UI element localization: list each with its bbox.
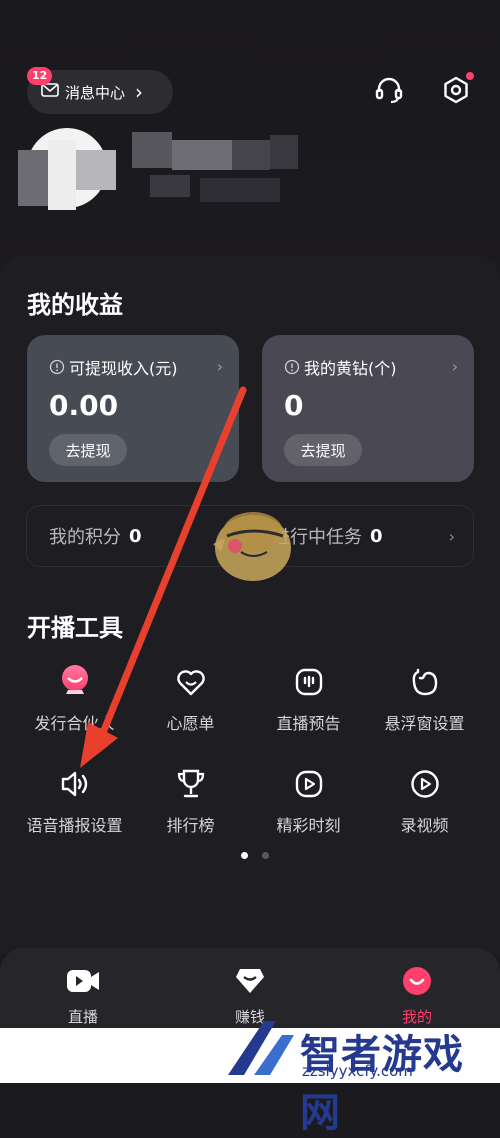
tool-live-preview[interactable]: 直播预告	[246, 664, 371, 734]
nav-live[interactable]: 直播	[23, 966, 143, 1027]
message-center-label: 消息中心	[65, 83, 126, 102]
tool-partner[interactable]: 发行合伙人	[12, 664, 137, 734]
tool-voice-broadcast[interactable]: 语音播报设置	[12, 766, 137, 836]
tool-float-window[interactable]: 悬浮窗设置	[362, 664, 487, 734]
chevron-right-icon: ›	[135, 80, 144, 104]
trophy-icon	[177, 769, 204, 798]
tool-record-video[interactable]: 录视频	[362, 766, 487, 836]
yellow-diamond-label-row: 我的黄钻(个)	[284, 355, 474, 379]
float-window-icon	[412, 668, 437, 696]
withdrawable-income-card[interactable]: 可提现收入(元) 0.00 去提现 ›	[27, 335, 239, 482]
watermark-url: zzslyyxcfy.com	[302, 1062, 413, 1080]
headset-icon	[375, 77, 403, 104]
chevron-right-icon: ›	[216, 357, 223, 376]
mascot-sticker	[213, 512, 291, 581]
withdrawable-value: 0.00	[49, 389, 119, 422]
tool-label: 录视频	[400, 816, 449, 835]
highlight-play-icon	[295, 770, 322, 798]
live-camera-icon	[67, 970, 99, 992]
page-indicator	[241, 852, 269, 859]
yellow-diamond-label: 我的黄钻(个)	[304, 359, 397, 378]
page-dot-active[interactable]	[241, 852, 248, 859]
nav-label: 直播	[67, 1008, 98, 1026]
earn-icon	[236, 969, 264, 993]
tool-label: 直播预告	[276, 714, 341, 733]
tool-highlights[interactable]: 精彩时刻	[246, 766, 371, 836]
tool-wishlist[interactable]: 心愿单	[128, 664, 253, 734]
yellow-diamond-value: 0	[284, 389, 304, 422]
watermark-title: 智者游戏网	[300, 1032, 464, 1136]
tool-label: 语音播报设置	[26, 816, 123, 835]
live-preview-icon	[295, 668, 322, 696]
info-icon	[284, 359, 300, 375]
mail-icon	[41, 82, 59, 102]
yellow-diamond-card[interactable]: 我的黄钻(个) 0 去提现 ›	[262, 335, 474, 482]
tools-title: 开播工具	[27, 614, 123, 642]
watermark-logo-icon	[228, 1021, 294, 1075]
points-label: 我的积分	[49, 527, 121, 548]
info-icon	[49, 359, 65, 375]
points-value: 0	[129, 525, 142, 547]
customer-service-button[interactable]	[371, 72, 407, 108]
speaker-icon	[61, 771, 87, 797]
tool-ranking[interactable]: 排行榜	[128, 766, 253, 836]
message-count-badge: 12	[27, 67, 53, 85]
page-dot[interactable]	[262, 852, 269, 859]
me-icon	[403, 967, 431, 995]
tool-label: 精彩时刻	[276, 816, 341, 835]
chevron-right-icon: ›	[448, 526, 455, 546]
tool-label: 悬浮窗设置	[384, 714, 465, 733]
withdrawable-label: 可提现收入(元)	[69, 359, 178, 378]
tool-label: 发行合伙人	[34, 714, 115, 733]
partner-icon	[61, 665, 88, 694]
chevron-right-icon: ›	[451, 357, 458, 376]
settings-hexagon-icon	[444, 76, 468, 104]
record-video-icon	[410, 770, 439, 798]
tool-label: 排行榜	[166, 816, 215, 835]
withdraw-diamond-button[interactable]: 去提现	[284, 434, 362, 466]
tool-label: 心愿单	[166, 714, 215, 733]
tasks-value: 0	[370, 525, 383, 547]
nav-me[interactable]: 我的	[357, 966, 477, 1027]
withdrawable-label-row: 可提现收入(元)	[49, 355, 239, 379]
settings-notification-dot	[466, 72, 474, 80]
withdraw-button[interactable]: 去提现	[49, 434, 127, 466]
wishlist-icon	[176, 670, 205, 696]
earnings-title: 我的收益	[27, 291, 123, 319]
